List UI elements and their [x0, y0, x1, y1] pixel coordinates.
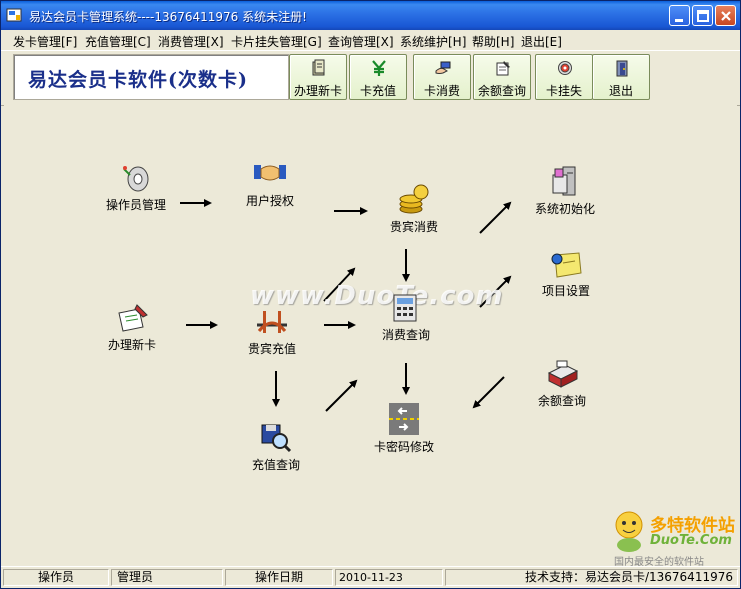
menu-bar: 发卡管理[F] 充值管理[C] 消费管理[X] 卡片挂失管理[G] 查询管理[X…: [1, 30, 740, 50]
toolbar: 易达会员卡软件(次数卡) 办理新卡 卡充值 卡消费 余额查询 卡挂失 退出: [1, 50, 740, 106]
close-button[interactable]: [715, 5, 736, 26]
node-vip-consumption[interactable]: 贵宾消费: [384, 183, 444, 235]
disk-search-icon: [261, 424, 292, 453]
duote-logo: 多特软件站 DuoTe.Com 国内最安全的软件站: [610, 509, 736, 568]
machine-icon: [552, 166, 576, 196]
door-exit-icon: [616, 60, 628, 77]
menu-system[interactable]: 系统维护[H]: [400, 33, 466, 50]
brand-title: 易达会员卡软件(次数卡): [28, 69, 248, 91]
hand-card-icon: [435, 61, 451, 74]
minimize-button[interactable]: [669, 5, 690, 26]
menu-card-loss[interactable]: 卡片挂失管理[G]: [231, 33, 322, 50]
node-item-settings[interactable]: 项目设置: [534, 249, 598, 299]
consume-label: 卡消费: [423, 84, 460, 98]
recharge-label: 卡充值: [359, 84, 396, 98]
status-operator-value: 管理员: [111, 569, 223, 586]
node-card-password-change-label: 卡密码修改: [373, 440, 434, 454]
road-sign-icon: [389, 403, 419, 435]
key-icon: [123, 166, 149, 192]
report-loss-button[interactable]: 卡挂失: [535, 54, 593, 100]
node-vip-recharge[interactable]: 贵宾充值: [242, 307, 302, 357]
exit-button[interactable]: 退出: [592, 54, 650, 100]
node-recharge-query-label: 充值查询: [251, 458, 300, 472]
app-window: 易达会员卡管理系统----13676411976 系统未注册! 发卡管理[F] …: [0, 0, 741, 589]
brand-banner: 易达会员卡软件(次数卡): [13, 54, 289, 100]
node-consumption-query[interactable]: 消费查询: [376, 291, 436, 343]
title-bar[interactable]: 易达会员卡管理系统----13676411976 系统未注册!: [1, 1, 740, 30]
node-new-card-label: 办理新卡: [107, 338, 156, 352]
status-date-label: 操作日期: [225, 569, 333, 586]
consume-button[interactable]: 卡消费: [413, 54, 471, 100]
app-icon[interactable]: [6, 7, 22, 23]
recharge-button[interactable]: 卡充值: [349, 54, 407, 100]
menu-card-issue[interactable]: 发卡管理[F]: [13, 33, 77, 50]
menu-recharge[interactable]: 充值管理[C]: [85, 33, 151, 50]
node-balance-query-label: 余额查询: [537, 394, 586, 408]
balance-query-button[interactable]: 余额查询: [473, 54, 531, 100]
exit-label: 退出: [608, 84, 633, 98]
new-card-button[interactable]: 办理新卡: [289, 54, 347, 100]
status-operator-label: 操作员: [3, 569, 109, 586]
node-card-password-change[interactable]: 卡密码修改: [366, 403, 442, 455]
menu-help[interactable]: 帮助[H]: [472, 33, 514, 50]
node-user-authorization[interactable]: 用户授权: [240, 159, 300, 209]
node-balance-query[interactable]: 余额查询: [530, 359, 594, 409]
close-icon: [721, 11, 731, 21]
status-date-value: 2010-11-23: [335, 569, 443, 586]
node-system-init[interactable]: 系统初始化: [530, 165, 600, 217]
node-operator-management[interactable]: 操作员管理: [104, 163, 168, 213]
node-recharge-query[interactable]: 充值查询: [246, 423, 306, 473]
node-vip-recharge-label: 贵宾充值: [247, 342, 296, 356]
node-user-authorization-label: 用户授权: [245, 194, 294, 208]
yen-icon: [372, 60, 386, 76]
node-operator-management-label: 操作员管理: [105, 198, 166, 212]
note-pin-icon: [551, 252, 582, 278]
node-vip-consumption-label: 贵宾消费: [389, 220, 438, 234]
new-card-label: 办理新卡: [293, 84, 342, 98]
balance-query-label: 余额查询: [477, 84, 526, 98]
node-consumption-query-label: 消费查询: [381, 328, 430, 342]
maximize-button[interactable]: [692, 5, 713, 26]
window-title: 易达会员卡管理系统----13676411976 系统未注册!: [29, 10, 307, 24]
calculator-icon: [393, 294, 417, 322]
report-loss-label: 卡挂失: [545, 84, 582, 98]
maximize-icon: [697, 10, 709, 22]
bridge-icon: [257, 311, 287, 333]
menu-exit[interactable]: 退出[E]: [521, 33, 562, 50]
node-new-card[interactable]: 办理新卡: [102, 303, 162, 353]
workflow-panel: www.DuoTe.com 操作员管理 用户授权 贵宾消费 系统初始化 项目设置…: [4, 105, 737, 568]
node-item-settings-label: 项目设置: [541, 284, 590, 298]
card-icon: [312, 59, 325, 76]
coins-icon: [399, 184, 429, 214]
node-system-init-label: 系统初始化: [534, 202, 595, 216]
menu-consume[interactable]: 消费管理[X]: [158, 33, 224, 50]
target-icon: [558, 61, 572, 75]
card-pen-icon: [118, 304, 148, 332]
notepad-icon: [496, 61, 510, 76]
menu-query[interactable]: 查询管理[X]: [328, 33, 394, 50]
status-bar: 操作员 管理员 操作日期 2010-11-23 技术支持：易达会员卡/13676…: [1, 566, 740, 588]
minimize-icon: [675, 19, 683, 22]
duote-logo-domain: DuoTe.Com: [650, 533, 732, 548]
handshake-icon: [254, 165, 286, 181]
status-support: 技术支持：易达会员卡/13676411976: [445, 569, 738, 586]
mascot-icon: [615, 511, 643, 552]
register-icon: [547, 360, 579, 388]
